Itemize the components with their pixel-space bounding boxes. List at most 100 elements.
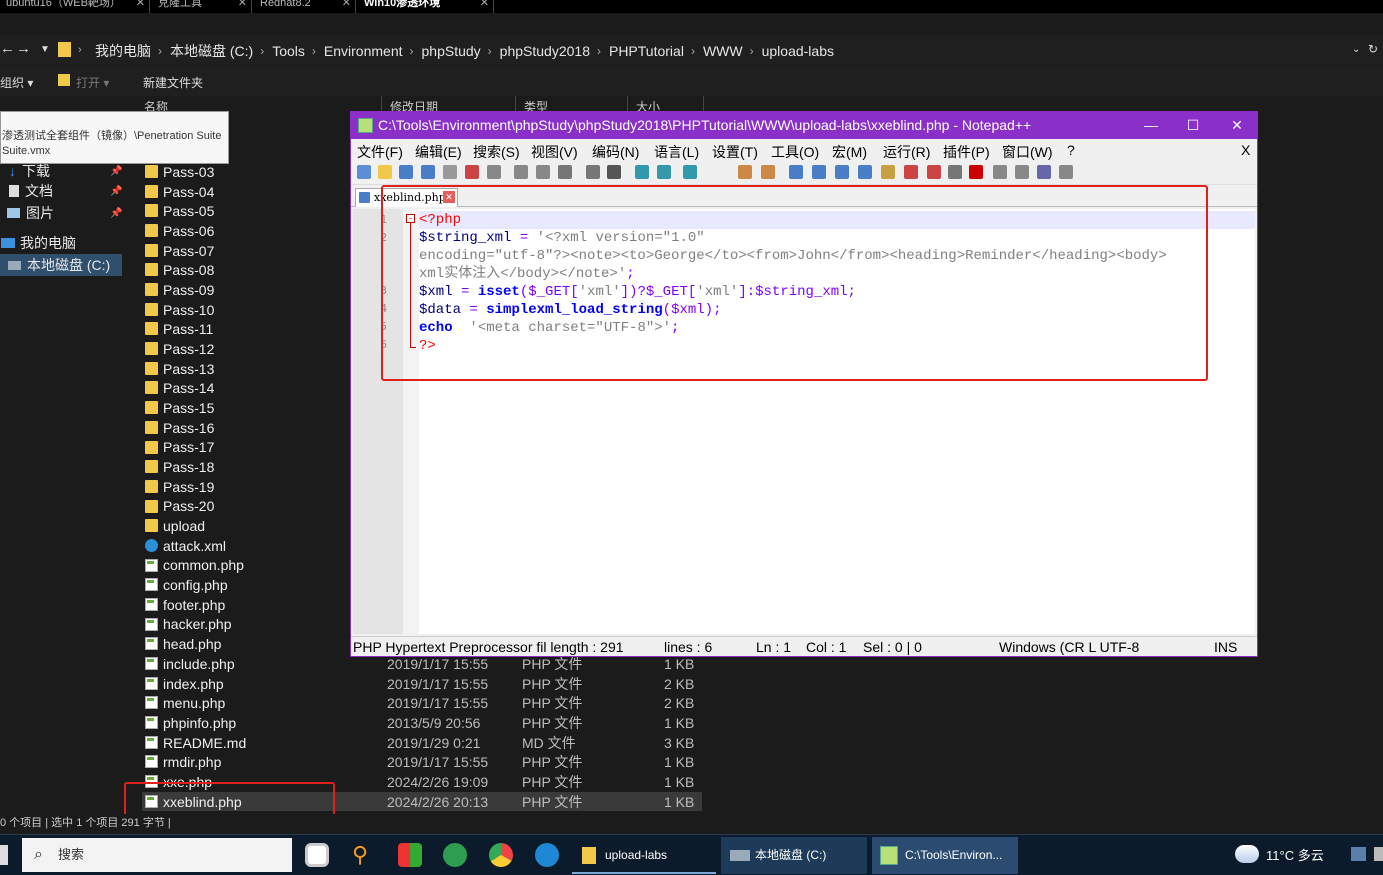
breadcrumb-item[interactable]: phpStudy bbox=[422, 43, 481, 59]
tray-icon[interactable] bbox=[1374, 847, 1383, 861]
pin-icon[interactable]: 📌 bbox=[110, 208, 122, 219]
toolbar-button-icon[interactable] bbox=[536, 165, 550, 179]
breadcrumb-item[interactable]: phpStudy2018 bbox=[500, 43, 590, 59]
chevron-down-icon[interactable]: ⌄ bbox=[1352, 44, 1360, 55]
list-item-file[interactable]: index.php 2019/1/17 15:55 PHP 文件 2 KB bbox=[142, 674, 702, 694]
notepad-title-bar[interactable]: C:\Tools\Environment\phpStudy\phpStudy20… bbox=[351, 112, 1257, 139]
open-button[interactable]: 打开 ▾ bbox=[76, 74, 109, 91]
maximize-button[interactable]: ☐ bbox=[1171, 112, 1215, 139]
task-view-icon[interactable] bbox=[305, 843, 329, 867]
forward-arrow-icon[interactable]: → bbox=[16, 40, 31, 57]
toolbar-button-icon[interactable] bbox=[487, 165, 501, 179]
toolbar-button-icon[interactable] bbox=[421, 165, 435, 179]
back-arrow-icon[interactable]: ← bbox=[0, 40, 15, 57]
menu-settings[interactable]: 设置(T) bbox=[712, 142, 758, 162]
toolbar-button-icon[interactable] bbox=[738, 165, 752, 179]
menu-edit[interactable]: 编辑(E) bbox=[415, 142, 462, 162]
menu-macro[interactable]: 宏(M) bbox=[832, 142, 867, 162]
list-item-file[interactable]: menu.php 2019/1/17 15:55 PHP 文件 2 KB bbox=[142, 693, 702, 713]
toolbar-button-icon[interactable] bbox=[927, 165, 941, 179]
vm-tab-win10[interactable]: Win10渗透环境 ✕ bbox=[358, 0, 494, 13]
menu-language[interactable]: 语言(L) bbox=[654, 142, 699, 162]
close-button[interactable]: ✕ bbox=[1215, 112, 1259, 139]
taskbar-search[interactable]: ⌕ 搜索 bbox=[22, 838, 292, 872]
toolbar-button-icon[interactable] bbox=[835, 165, 849, 179]
app-icon[interactable] bbox=[443, 843, 467, 867]
toolbar-button-icon[interactable] bbox=[683, 165, 697, 179]
close-icon[interactable]: ✕ bbox=[480, 0, 489, 10]
nav-item-pictures[interactable]: 图片 📌 bbox=[0, 202, 122, 224]
network-icon[interactable] bbox=[1351, 847, 1366, 861]
toolbar-button-icon[interactable] bbox=[465, 165, 479, 179]
toolbar-button-icon[interactable] bbox=[969, 165, 983, 179]
download-icon: ↓ bbox=[9, 163, 16, 179]
taskbar-app-explorer[interactable]: upload-labs bbox=[572, 837, 716, 874]
breadcrumb-item[interactable]: WWW bbox=[703, 43, 743, 59]
nav-item-this-pc[interactable]: 我的电脑 bbox=[0, 232, 76, 254]
toolbar-button-icon[interactable] bbox=[904, 165, 918, 179]
toolbar-button-icon[interactable] bbox=[881, 165, 895, 179]
new-folder-button[interactable]: 新建文件夹 bbox=[143, 74, 203, 91]
toolbar-button-icon[interactable] bbox=[607, 165, 621, 179]
breadcrumb-item[interactable]: 我的电脑 bbox=[95, 41, 151, 61]
pin-icon[interactable]: 📌 bbox=[110, 186, 122, 197]
windows-app-icon[interactable] bbox=[398, 843, 422, 867]
toolbar-button-icon[interactable] bbox=[357, 165, 371, 179]
toolbar-button-icon[interactable] bbox=[948, 165, 962, 179]
toolbar-button-icon[interactable] bbox=[858, 165, 872, 179]
toolbar-button-icon[interactable] bbox=[635, 165, 649, 179]
menu-search[interactable]: 搜索(S) bbox=[473, 142, 520, 162]
vm-tab-redhat[interactable]: Redhat8.2 ✕ bbox=[254, 0, 356, 13]
toolbar-button-icon[interactable] bbox=[1015, 165, 1029, 179]
menu-plugins[interactable]: 插件(P) bbox=[943, 142, 990, 162]
menu-encoding[interactable]: 编码(N) bbox=[592, 142, 639, 162]
toolbar-button-icon[interactable] bbox=[789, 165, 803, 179]
toolbar-button-icon[interactable] bbox=[586, 165, 600, 179]
close-icon[interactable]: ✕ bbox=[136, 0, 145, 10]
chrome-icon[interactable] bbox=[489, 843, 513, 867]
toolbar-button-icon[interactable] bbox=[1037, 165, 1051, 179]
breadcrumb-item[interactable]: Environment bbox=[324, 43, 403, 59]
breadcrumb-item[interactable]: 本地磁盘 (C:) bbox=[170, 41, 253, 61]
refresh-icon[interactable]: ↻ bbox=[1368, 42, 1378, 56]
toolbar-button-icon[interactable] bbox=[399, 165, 413, 179]
nav-item-local-disk[interactable]: 本地磁盘 (C:) bbox=[0, 254, 122, 276]
list-item-file[interactable]: rmdir.php 2019/1/17 15:55 PHP 文件 1 KB bbox=[142, 752, 702, 772]
toolbar-button-icon[interactable] bbox=[443, 165, 457, 179]
pin-icon[interactable]: 📌 bbox=[110, 166, 122, 177]
close-icon[interactable]: ✕ bbox=[238, 0, 247, 10]
toolbar-button-icon[interactable] bbox=[558, 165, 572, 179]
toolbar-button-icon[interactable] bbox=[761, 165, 775, 179]
minimize-button[interactable]: — bbox=[1129, 112, 1173, 139]
weather-text[interactable]: 11°C 多云 bbox=[1266, 845, 1324, 864]
menu-close-doc[interactable]: X bbox=[1241, 142, 1250, 158]
start-icon[interactable] bbox=[0, 845, 8, 865]
toolbar-button-icon[interactable] bbox=[812, 165, 826, 179]
taskbar-app-local-disk[interactable]: 本地磁盘 (C:) bbox=[721, 837, 867, 874]
nav-item-documents[interactable]: 文档 📌 bbox=[0, 180, 122, 202]
edge-icon[interactable] bbox=[535, 843, 559, 867]
taskbar-app-notepad[interactable]: C:\Tools\Environ... bbox=[872, 837, 1018, 874]
toolbar-button-icon[interactable] bbox=[993, 165, 1007, 179]
menu-view[interactable]: 视图(V) bbox=[531, 142, 578, 162]
list-item-file[interactable]: phpinfo.php 2013/5/9 20:56 PHP 文件 1 KB bbox=[142, 713, 702, 733]
menu-run[interactable]: 运行(R) bbox=[883, 142, 930, 162]
list-item-file[interactable]: README.md 2019/1/29 0:21 MD 文件 3 KB bbox=[142, 733, 702, 753]
breadcrumb-item[interactable]: upload-labs bbox=[762, 43, 834, 59]
menu-help[interactable]: ? bbox=[1067, 142, 1075, 158]
chevron-down-icon[interactable]: ▼ bbox=[40, 44, 50, 55]
organize-button[interactable]: 组织 ▾ bbox=[0, 74, 33, 91]
menu-tools[interactable]: 工具(O) bbox=[771, 142, 819, 162]
breadcrumb-item[interactable]: Tools bbox=[272, 43, 305, 59]
toolbar-button-icon[interactable] bbox=[378, 165, 392, 179]
search-tool-icon[interactable]: ⚲ bbox=[352, 843, 376, 867]
menu-window[interactable]: 窗口(W) bbox=[1002, 142, 1053, 162]
toolbar-button-icon[interactable] bbox=[514, 165, 528, 179]
vm-tab-clone[interactable]: 克隆工具 ✕ bbox=[152, 0, 252, 13]
toolbar-button-icon[interactable] bbox=[657, 165, 671, 179]
toolbar-button-icon[interactable] bbox=[1059, 165, 1073, 179]
breadcrumb-item[interactable]: PHPTutorial bbox=[609, 43, 684, 59]
menu-file[interactable]: 文件(F) bbox=[357, 142, 403, 162]
close-icon[interactable]: ✕ bbox=[342, 0, 351, 10]
vm-tab-ubuntu[interactable]: ubuntu16（WEB靶场） ✕ bbox=[0, 0, 150, 13]
